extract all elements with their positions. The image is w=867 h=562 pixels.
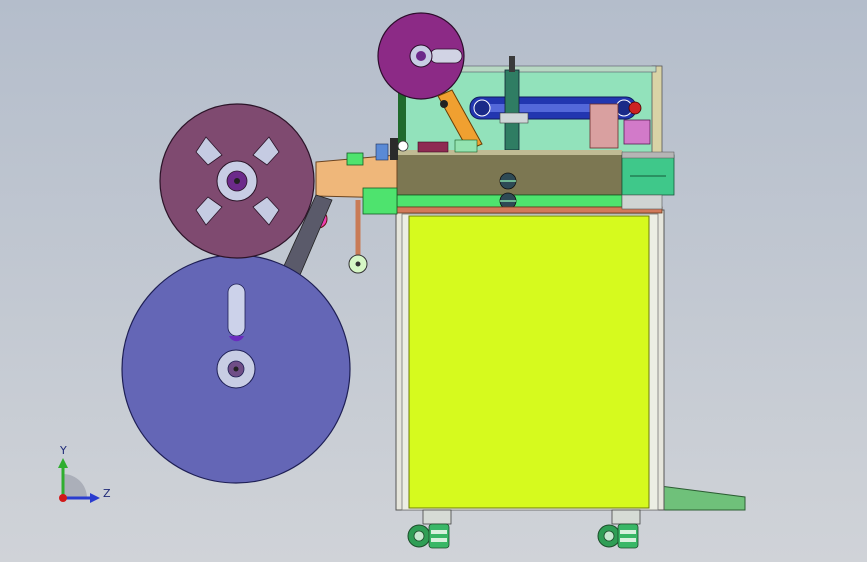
- foot-ramp: [659, 485, 746, 511]
- cad-viewport[interactable]: Y Z: [0, 0, 867, 562]
- conveyor-roller-left: [473, 99, 491, 117]
- right-roller: [628, 101, 642, 115]
- blade-column: [504, 69, 520, 151]
- cabinet-body: [408, 215, 650, 509]
- blade-carriage: [499, 112, 529, 124]
- feed-green-block: [346, 152, 364, 166]
- feed-lower-green: [362, 187, 398, 215]
- triad-y-label: Y: [59, 444, 67, 457]
- output-block: [621, 154, 675, 196]
- left-reel: [159, 103, 315, 259]
- coordinate-triad-icon[interactable]: Y Z: [58, 444, 111, 503]
- right-clamp-block: [589, 103, 619, 149]
- lower-reel: [121, 254, 351, 484]
- caster-right: [597, 509, 641, 549]
- triad-origin: [59, 494, 67, 502]
- caster-left: [407, 509, 452, 549]
- panel-right-post: [651, 65, 663, 155]
- panel-top-rail: [459, 65, 657, 73]
- right-cylinder: [623, 119, 651, 145]
- machine-drawing: Y Z: [58, 12, 746, 549]
- triad-z-label: Z: [103, 487, 111, 500]
- blade-column-top: [509, 56, 515, 72]
- dancer-link-pivot: [440, 100, 448, 108]
- upper-reel: [377, 12, 465, 100]
- lower-reel-slot: [227, 283, 246, 337]
- output-block-top: [621, 151, 675, 159]
- upper-reel-slot: [429, 48, 463, 64]
- output-tray: [621, 194, 663, 210]
